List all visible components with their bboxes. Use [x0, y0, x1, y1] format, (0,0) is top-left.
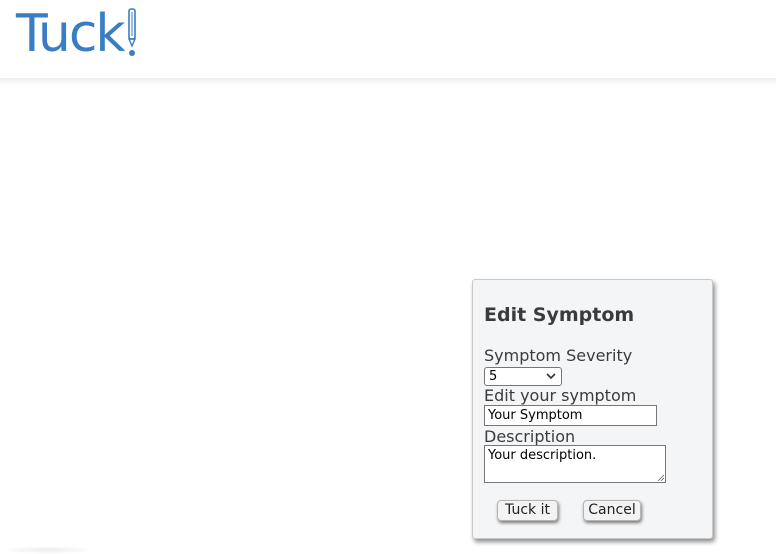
description-label: Description [484, 427, 576, 446]
severity-value: 5 [489, 369, 498, 384]
description-value: Your description. [488, 448, 597, 463]
pen-exclamation-icon [127, 8, 136, 56]
severity-select[interactable]: 5 [484, 367, 562, 386]
top-header: Tuck [0, 0, 776, 78]
edit-symptom-dialog: Edit Symptom Symptom Severity 5 Edit you… [472, 279, 713, 539]
dialog-title: Edit Symptom [484, 304, 635, 326]
logo-text: Tuck [16, 4, 126, 64]
resize-grip-icon[interactable] [657, 474, 664, 481]
cancel-button[interactable]: Cancel [583, 500, 641, 521]
symptom-input[interactable]: Your Symptom [484, 405, 657, 426]
tuck-logo[interactable]: Tuck [16, 6, 138, 62]
tuck-it-button[interactable]: Tuck it [497, 500, 558, 521]
chevron-down-icon [546, 373, 556, 380]
bottom-divider [0, 546, 96, 554]
header-divider [0, 78, 776, 86]
severity-label: Symptom Severity [484, 346, 633, 365]
symptom-label: Edit your symptom [484, 386, 637, 405]
description-textarea[interactable]: Your description. [484, 445, 666, 483]
